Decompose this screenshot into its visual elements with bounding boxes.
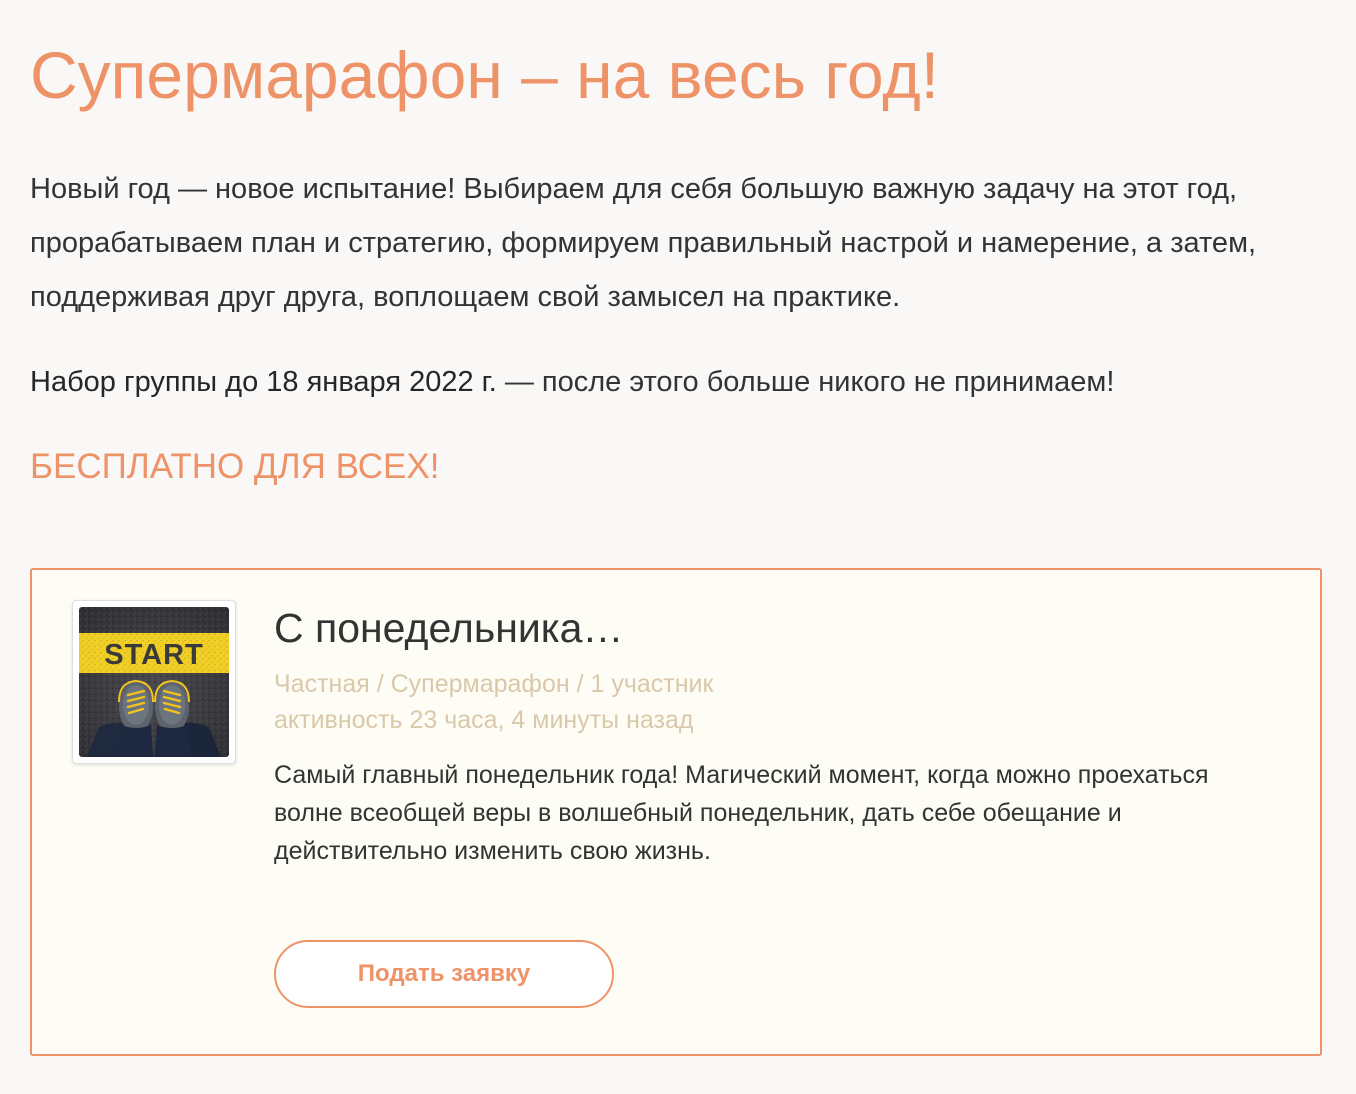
group-title-link[interactable]: С понедельника… xyxy=(274,605,623,651)
page-title: Супермарафон – на весь год! xyxy=(30,38,940,112)
group-description: Самый главный понедельник года! Магическ… xyxy=(274,761,1209,865)
request-membership-button[interactable]: Подать заявку xyxy=(274,940,614,1008)
deadline-notice: Набор группы до 18 января 2022 г. — посл… xyxy=(30,355,1320,409)
deadline-note: — после этого больше никого не принимаем… xyxy=(496,366,1115,398)
group-activity: активность 23 часа, 4 минуты назад xyxy=(274,706,694,734)
start-text: START xyxy=(104,639,204,671)
start-line-image: START xyxy=(79,607,229,757)
intro-paragraph: Новый год — новое испытание! Выбираем дл… xyxy=(30,173,1257,313)
deadline-date: Набор группы до 18 января 2022 г. xyxy=(30,366,497,398)
free-label: БЕСПЛАТНО ДЛЯ ВСЕХ! xyxy=(30,447,440,486)
group-card: START С понедельника… Частная / Супермар… xyxy=(30,568,1322,1056)
group-title: С понедельника… xyxy=(274,600,623,656)
group-type-and-members: Частная / Супермарафон / 1 участник xyxy=(274,670,714,698)
group-avatar[interactable]: START xyxy=(72,600,236,764)
group-meta: Частная / Супермарафон / 1 участник акти… xyxy=(274,666,713,738)
